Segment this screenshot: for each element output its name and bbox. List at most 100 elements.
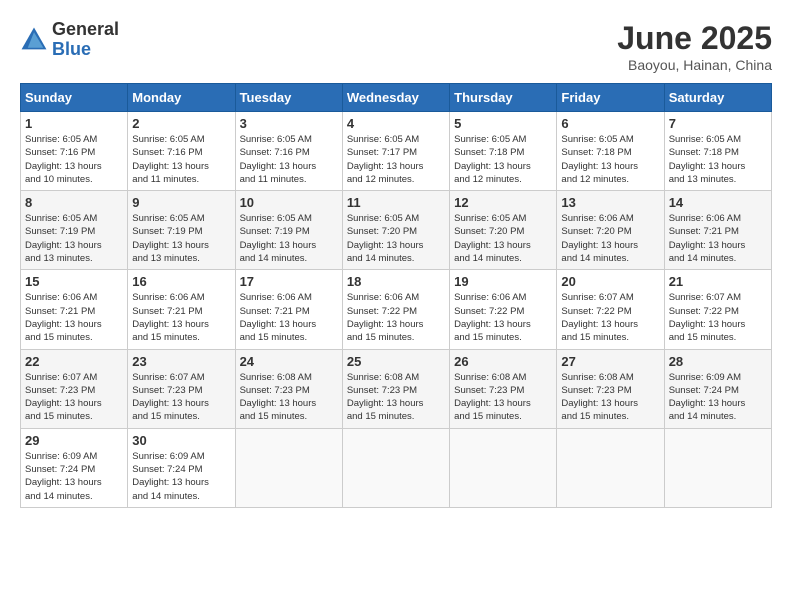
day-number: 6 [561, 116, 659, 131]
day-info: Sunrise: 6:08 AM Sunset: 7:23 PM Dayligh… [561, 371, 659, 424]
day-number: 20 [561, 274, 659, 289]
day-number: 5 [454, 116, 552, 131]
table-row: 29 Sunrise: 6:09 AM Sunset: 7:24 PM Dayli… [21, 428, 128, 507]
logo-blue: Blue [52, 39, 91, 59]
table-row: 2 Sunrise: 6:05 AM Sunset: 7:16 PM Daylig… [128, 112, 235, 191]
logo-text: General Blue [52, 20, 119, 60]
day-number: 19 [454, 274, 552, 289]
calendar: Sunday Monday Tuesday Wednesday Thursday… [20, 83, 772, 508]
title-area: June 2025 Baoyou, Hainan, China [617, 20, 772, 73]
day-info: Sunrise: 6:05 AM Sunset: 7:16 PM Dayligh… [25, 133, 123, 186]
day-number: 4 [347, 116, 445, 131]
day-number: 22 [25, 354, 123, 369]
col-tuesday: Tuesday [235, 84, 342, 112]
table-row [664, 428, 771, 507]
col-wednesday: Wednesday [342, 84, 449, 112]
table-row: 20 Sunrise: 6:07 AM Sunset: 7:22 PM Dayli… [557, 270, 664, 349]
day-number: 28 [669, 354, 767, 369]
table-row [557, 428, 664, 507]
day-info: Sunrise: 6:08 AM Sunset: 7:23 PM Dayligh… [240, 371, 338, 424]
day-info: Sunrise: 6:07 AM Sunset: 7:23 PM Dayligh… [25, 371, 123, 424]
table-row: 7Sunrise: 6:05 AM Sunset: 7:18 PM Daylig… [664, 112, 771, 191]
day-info: Sunrise: 6:05 AM Sunset: 7:17 PM Dayligh… [347, 133, 445, 186]
col-friday: Friday [557, 84, 664, 112]
logo-icon [20, 26, 48, 54]
day-info: Sunrise: 6:07 AM Sunset: 7:22 PM Dayligh… [561, 291, 659, 344]
day-info: Sunrise: 6:08 AM Sunset: 7:23 PM Dayligh… [347, 371, 445, 424]
day-info: Sunrise: 6:05 AM Sunset: 7:19 PM Dayligh… [25, 212, 123, 265]
day-info: Sunrise: 6:05 AM Sunset: 7:20 PM Dayligh… [454, 212, 552, 265]
day-number: 18 [347, 274, 445, 289]
table-row: 24Sunrise: 6:08 AM Sunset: 7:23 PM Dayli… [235, 349, 342, 428]
day-number: 29 [25, 433, 123, 448]
day-number: 11 [347, 195, 445, 210]
table-row: 1 Sunrise: 6:05 AM Sunset: 7:16 PM Daylig… [21, 112, 128, 191]
day-number: 26 [454, 354, 552, 369]
day-number: 30 [132, 433, 230, 448]
table-row: 30 Sunrise: 6:09 AM Sunset: 7:24 PM Dayli… [128, 428, 235, 507]
calendar-week-row: 15 Sunrise: 6:06 AM Sunset: 7:21 PM Dayli… [21, 270, 772, 349]
day-info: Sunrise: 6:06 AM Sunset: 7:21 PM Dayligh… [240, 291, 338, 344]
day-info: Sunrise: 6:05 AM Sunset: 7:20 PM Dayligh… [347, 212, 445, 265]
day-info: Sunrise: 6:09 AM Sunset: 7:24 PM Dayligh… [25, 450, 123, 503]
col-saturday: Saturday [664, 84, 771, 112]
day-number: 25 [347, 354, 445, 369]
table-row: 19Sunrise: 6:06 AM Sunset: 7:22 PM Dayli… [450, 270, 557, 349]
calendar-week-row: 1 Sunrise: 6:05 AM Sunset: 7:16 PM Daylig… [21, 112, 772, 191]
table-row: 17 Sunrise: 6:06 AM Sunset: 7:21 PM Dayli… [235, 270, 342, 349]
table-row: 4 Sunrise: 6:05 AM Sunset: 7:17 PM Daylig… [342, 112, 449, 191]
calendar-week-row: 29 Sunrise: 6:09 AM Sunset: 7:24 PM Dayli… [21, 428, 772, 507]
day-number: 10 [240, 195, 338, 210]
day-info: Sunrise: 6:06 AM Sunset: 7:20 PM Dayligh… [561, 212, 659, 265]
col-monday: Monday [128, 84, 235, 112]
day-info: Sunrise: 6:08 AM Sunset: 7:23 PM Dayligh… [454, 371, 552, 424]
day-info: Sunrise: 6:06 AM Sunset: 7:22 PM Dayligh… [347, 291, 445, 344]
table-row: 8Sunrise: 6:05 AM Sunset: 7:19 PM Daylig… [21, 191, 128, 270]
table-row: 5 Sunrise: 6:05 AM Sunset: 7:18 PM Daylig… [450, 112, 557, 191]
table-row: 28 Sunrise: 6:09 AM Sunset: 7:24 PM Dayli… [664, 349, 771, 428]
calendar-week-row: 8Sunrise: 6:05 AM Sunset: 7:19 PM Daylig… [21, 191, 772, 270]
table-row: 9 Sunrise: 6:05 AM Sunset: 7:19 PM Daylig… [128, 191, 235, 270]
table-row: 22 Sunrise: 6:07 AM Sunset: 7:23 PM Dayli… [21, 349, 128, 428]
table-row: 21Sunrise: 6:07 AM Sunset: 7:22 PM Dayli… [664, 270, 771, 349]
day-number: 16 [132, 274, 230, 289]
table-row: 15Sunrise: 6:06 AM Sunset: 7:21 PM Dayli… [21, 270, 128, 349]
day-info: Sunrise: 6:05 AM Sunset: 7:19 PM Dayligh… [132, 212, 230, 265]
day-info: Sunrise: 6:06 AM Sunset: 7:21 PM Dayligh… [132, 291, 230, 344]
table-row: 10 Sunrise: 6:05 AM Sunset: 7:19 PM Dayli… [235, 191, 342, 270]
day-info: Sunrise: 6:05 AM Sunset: 7:19 PM Dayligh… [240, 212, 338, 265]
table-row: 25 Sunrise: 6:08 AM Sunset: 7:23 PM Dayli… [342, 349, 449, 428]
table-row: 11 Sunrise: 6:05 AM Sunset: 7:20 PM Dayli… [342, 191, 449, 270]
table-row: 14 Sunrise: 6:06 AM Sunset: 7:21 PM Dayli… [664, 191, 771, 270]
table-row: 16 Sunrise: 6:06 AM Sunset: 7:21 PM Dayli… [128, 270, 235, 349]
day-number: 3 [240, 116, 338, 131]
day-number: 21 [669, 274, 767, 289]
day-number: 13 [561, 195, 659, 210]
day-number: 23 [132, 354, 230, 369]
col-thursday: Thursday [450, 84, 557, 112]
table-row: 3 Sunrise: 6:05 AM Sunset: 7:16 PM Daylig… [235, 112, 342, 191]
table-row: 12Sunrise: 6:05 AM Sunset: 7:20 PM Dayli… [450, 191, 557, 270]
day-number: 17 [240, 274, 338, 289]
col-sunday: Sunday [21, 84, 128, 112]
day-number: 2 [132, 116, 230, 131]
day-info: Sunrise: 6:05 AM Sunset: 7:18 PM Dayligh… [454, 133, 552, 186]
logo-general: General [52, 19, 119, 39]
day-info: Sunrise: 6:06 AM Sunset: 7:21 PM Dayligh… [669, 212, 767, 265]
table-row [342, 428, 449, 507]
table-row: 23 Sunrise: 6:07 AM Sunset: 7:23 PM Dayli… [128, 349, 235, 428]
table-row: 6 Sunrise: 6:05 AM Sunset: 7:18 PM Daylig… [557, 112, 664, 191]
day-number: 1 [25, 116, 123, 131]
day-info: Sunrise: 6:07 AM Sunset: 7:23 PM Dayligh… [132, 371, 230, 424]
day-info: Sunrise: 6:05 AM Sunset: 7:18 PM Dayligh… [561, 133, 659, 186]
day-info: Sunrise: 6:05 AM Sunset: 7:16 PM Dayligh… [240, 133, 338, 186]
day-info: Sunrise: 6:09 AM Sunset: 7:24 PM Dayligh… [669, 371, 767, 424]
day-number: 15 [25, 274, 123, 289]
day-number: 9 [132, 195, 230, 210]
day-info: Sunrise: 6:09 AM Sunset: 7:24 PM Dayligh… [132, 450, 230, 503]
table-row [235, 428, 342, 507]
day-info: Sunrise: 6:05 AM Sunset: 7:16 PM Dayligh… [132, 133, 230, 186]
table-row: 26 Sunrise: 6:08 AM Sunset: 7:23 PM Dayli… [450, 349, 557, 428]
calendar-header-row: Sunday Monday Tuesday Wednesday Thursday… [21, 84, 772, 112]
day-number: 14 [669, 195, 767, 210]
